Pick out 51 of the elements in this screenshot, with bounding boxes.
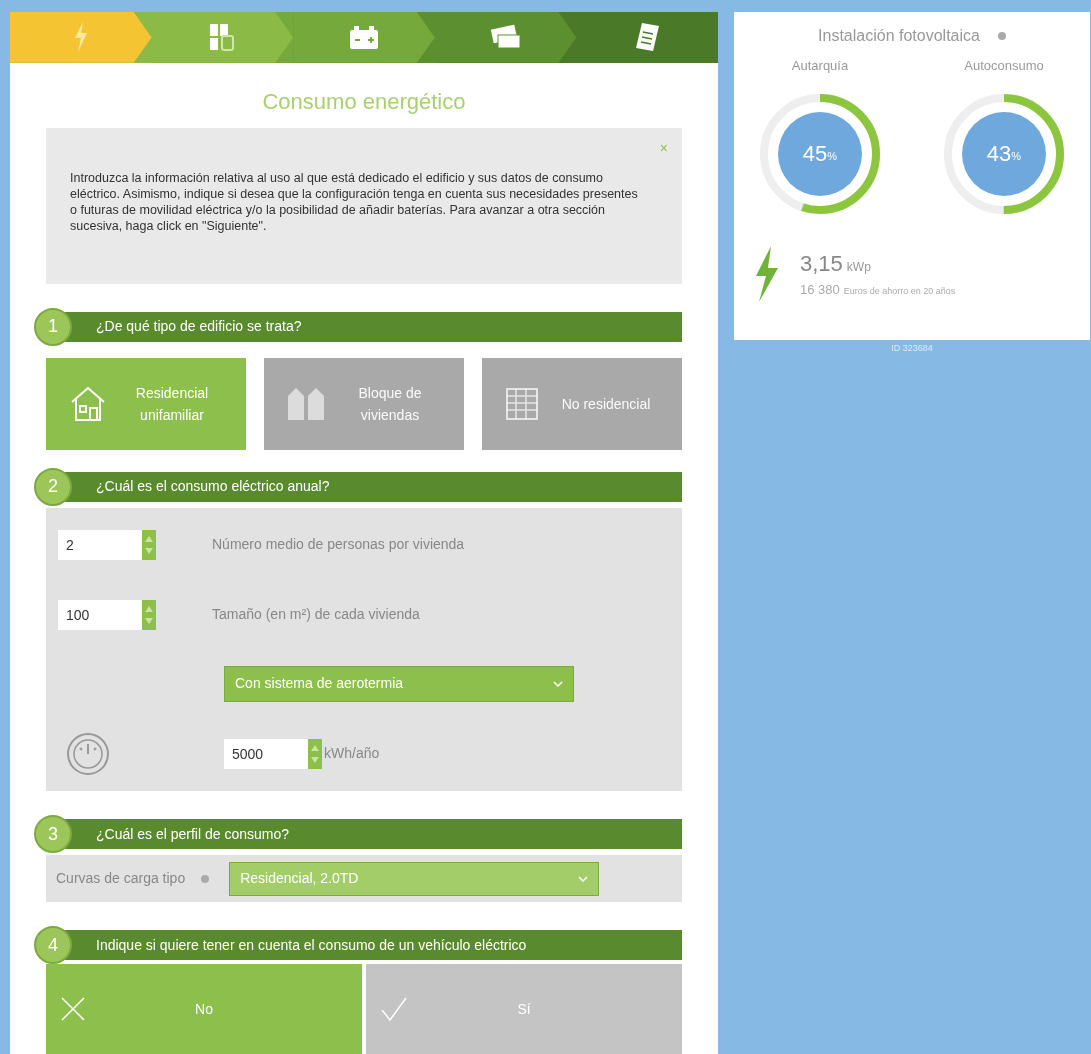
- gauge-label: Autarquía: [791, 57, 849, 75]
- number-field[interactable]: 100: [58, 599, 142, 630]
- spinner-arrows-icon[interactable]: [142, 529, 156, 560]
- section-title: ¿Cuál es el perfil de consumo?: [96, 824, 289, 844]
- summary-title: Instalación fotovoltaica: [818, 26, 980, 46]
- building-type-option[interactable]: No residencial: [482, 357, 682, 450]
- field-label: Número medio de personas por vivienda: [212, 535, 465, 555]
- profile-dropdown[interactable]: Residencial, 2.0TD: [229, 861, 600, 896]
- section-title: ¿Cuál es el consumo eléctrico anual?: [96, 477, 330, 497]
- field-label: Tamaño (en m²) de cada vivienda: [212, 605, 420, 625]
- wizard-step[interactable]: [293, 12, 435, 63]
- wizard-step[interactable]: [576, 12, 718, 63]
- power-unit: kWp: [846, 259, 871, 277]
- step-number: 2: [34, 467, 72, 506]
- wizard-step[interactable]: [151, 12, 294, 63]
- section-title: ¿De qué tipo de edificio se trata?: [96, 317, 302, 337]
- checkmark-icon: [380, 996, 408, 1022]
- power-value: 3,15: [800, 250, 843, 279]
- lightning-icon: [754, 245, 780, 302]
- savings-value: 16 380: [800, 281, 840, 300]
- info-text: Introduzca la información relativa al uso al que está dedicado el edificio y sus datos de consumo eléctrico. Asimismo, indique si desea que la configuración tenga en cuenta sus necesidades presentes o futuras de movilidad eléctrica y/o la posibilidad de añadir baterías. Para avanzar a otra sección sucesiva, haga click en "Siguiente".: [70, 169, 639, 234]
- lightning-icon: [72, 22, 89, 53]
- building-type-option[interactable]: Residencial unifamiliar: [46, 357, 246, 450]
- vehicle-option[interactable]: No: [46, 964, 362, 1054]
- step-number: 3: [34, 815, 72, 853]
- vehicle-option[interactable]: Sí: [366, 964, 682, 1054]
- gauge-label: Autoconsumo: [964, 57, 1044, 75]
- heating-dropdown[interactable]: Con sistema de aerotermia: [224, 665, 574, 702]
- savings-text: Euros de ahorro en 20 años: [843, 285, 956, 299]
- spinner-arrows-icon[interactable]: [308, 738, 322, 769]
- close-button[interactable]: ×: [659, 137, 668, 159]
- number-field[interactable]: 2: [58, 529, 142, 560]
- document-icon: [634, 22, 661, 53]
- battery-icon: [348, 24, 380, 51]
- spinner-arrows-icon[interactable]: [142, 599, 156, 630]
- building-type-option[interactable]: Bloque de viviendas: [264, 357, 464, 450]
- meter-icon: [66, 731, 110, 776]
- section-title: Indique si quiere tener en cuenta el consumo de un vehículo eléctrico: [96, 935, 527, 955]
- chevron-down-icon: [553, 680, 563, 687]
- step-number: 4: [34, 926, 72, 964]
- installation-id: ID 323684: [891, 342, 933, 355]
- gauge-value: 45%: [778, 111, 862, 196]
- office-icon: [504, 385, 540, 422]
- chevron-down-icon: [578, 875, 589, 882]
- annual-consumption-field[interactable]: 5000: [224, 738, 308, 769]
- gauge-value: 43%: [962, 111, 1046, 196]
- page-title: Consumo energético: [261, 87, 467, 116]
- cross-icon: [60, 996, 86, 1022]
- unit-label: kWh/año: [324, 744, 380, 764]
- step-number: 1: [34, 307, 72, 346]
- field-label: Curvas de carga tipo: [56, 869, 186, 888]
